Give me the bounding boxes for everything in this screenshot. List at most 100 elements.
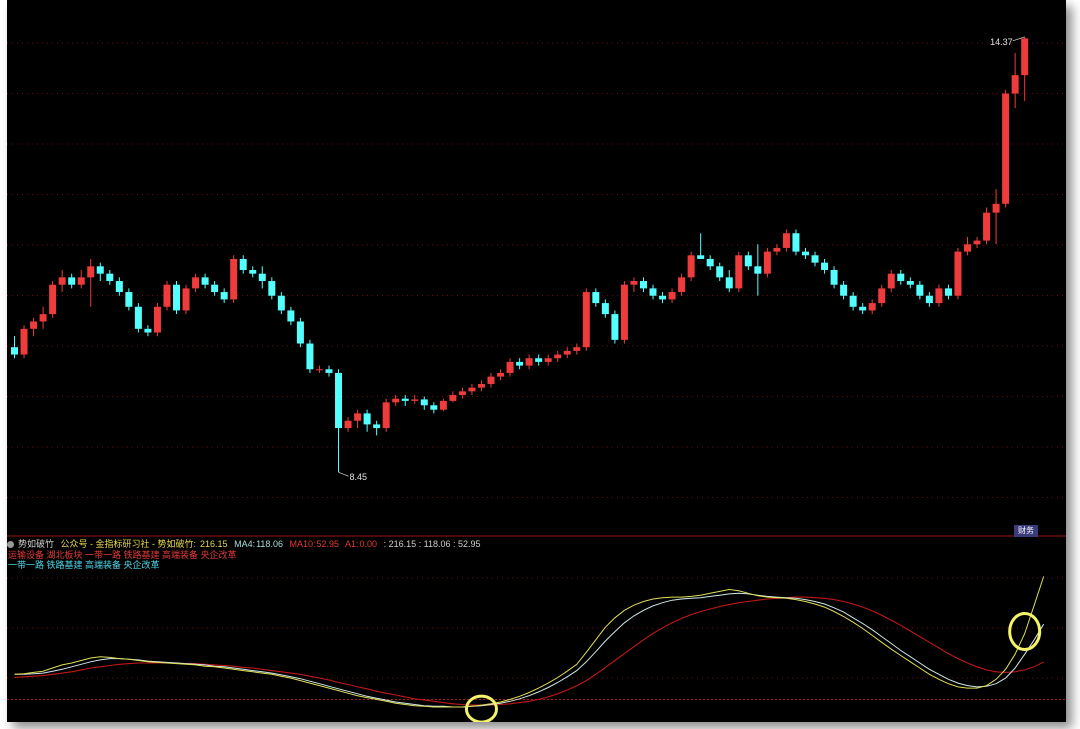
candle-body bbox=[706, 258, 714, 267]
candle-body bbox=[935, 288, 943, 304]
candle-body bbox=[30, 321, 38, 329]
candle-body bbox=[306, 343, 314, 370]
candle-body bbox=[668, 292, 676, 300]
candle-body bbox=[287, 310, 295, 322]
candle-body bbox=[678, 277, 686, 293]
min-pointer bbox=[338, 471, 349, 477]
candle-body bbox=[220, 292, 228, 300]
candle-body bbox=[944, 288, 952, 296]
a1-value: 0.00 bbox=[359, 539, 378, 549]
ma10-line bbox=[14, 596, 1044, 706]
candle-body bbox=[611, 314, 619, 340]
candle-body bbox=[411, 399, 419, 401]
indicator-dot-icon[interactable] bbox=[7, 541, 14, 548]
candle-body bbox=[925, 295, 933, 304]
indicator-source: 公众号 - 金指标研习社 - 势如破竹: bbox=[60, 539, 197, 549]
candle-body bbox=[211, 284, 219, 293]
ma4-line bbox=[14, 592, 1045, 708]
candle-body bbox=[477, 383, 485, 388]
candle-body bbox=[525, 358, 533, 366]
candle-body bbox=[544, 358, 552, 362]
candle-body bbox=[801, 251, 809, 256]
ma4-value: 118.06 bbox=[256, 539, 283, 549]
indicator-name[interactable]: 势如破竹 bbox=[18, 539, 54, 549]
candle-body bbox=[1002, 93, 1010, 204]
candle-body bbox=[697, 255, 705, 259]
candle-body bbox=[649, 288, 657, 296]
candle-body bbox=[268, 281, 276, 296]
candle-body bbox=[420, 399, 428, 406]
candle-body bbox=[725, 277, 733, 289]
candle-body bbox=[830, 270, 838, 285]
candle-body bbox=[992, 203, 1000, 213]
crossover-highlight-circle bbox=[1008, 612, 1042, 651]
candle-body bbox=[249, 270, 257, 274]
candle-body bbox=[897, 273, 905, 282]
finance-badge[interactable]: 财务 bbox=[1014, 525, 1038, 537]
candle-body bbox=[96, 266, 104, 274]
candle-body bbox=[173, 284, 181, 311]
candle-body bbox=[964, 244, 971, 252]
candle-body bbox=[763, 251, 771, 274]
candle-body bbox=[506, 361, 514, 373]
candle-body bbox=[563, 350, 571, 355]
candle-body bbox=[335, 372, 343, 429]
ma10-label: MA10: bbox=[289, 539, 316, 549]
candle-body bbox=[20, 328, 28, 355]
candle-body bbox=[554, 354, 562, 359]
candle-body bbox=[983, 212, 991, 241]
candle-body bbox=[716, 266, 724, 278]
candle-body bbox=[535, 358, 543, 362]
candle-body bbox=[973, 240, 981, 245]
candle-body bbox=[201, 277, 209, 285]
max-price-label: 14.37 bbox=[990, 37, 1013, 47]
candle-body bbox=[582, 292, 590, 348]
stock-chart: 14.37 8.45 bbox=[7, 36, 1066, 722]
candle-body bbox=[115, 281, 123, 293]
candle-body bbox=[792, 233, 800, 252]
indicator-tail: : 216.15 : 118.06 : 52.95 bbox=[383, 539, 481, 549]
candle-body bbox=[773, 247, 781, 252]
candle-body bbox=[849, 295, 857, 307]
candle-body bbox=[878, 288, 886, 304]
candle-body bbox=[230, 258, 238, 300]
candle-body bbox=[516, 361, 524, 366]
candle-body bbox=[315, 369, 323, 371]
candle-body bbox=[639, 281, 647, 289]
candle-body bbox=[106, 273, 114, 282]
candle-body bbox=[859, 306, 867, 311]
candle-body bbox=[258, 273, 266, 282]
candle-body bbox=[430, 405, 438, 410]
candle-body bbox=[382, 402, 390, 429]
candle-body bbox=[392, 398, 400, 403]
candle-body bbox=[401, 398, 409, 401]
candle-body bbox=[344, 420, 352, 429]
candle-body bbox=[192, 277, 200, 289]
indicator-header: 势如破竹 公众号 - 金指标研习社 - 势如破竹: 216.15 MA4:118.… bbox=[7, 537, 485, 549]
candle-body bbox=[630, 281, 638, 285]
candle-body bbox=[373, 424, 381, 429]
candle-body bbox=[468, 387, 476, 392]
candle-body bbox=[363, 413, 371, 425]
candle-body bbox=[458, 391, 466, 395]
candle-body bbox=[134, 306, 142, 329]
candle-body bbox=[887, 273, 895, 289]
candle-body bbox=[296, 321, 304, 344]
candle-body bbox=[487, 376, 495, 384]
candle-body bbox=[182, 288, 190, 311]
candle-body bbox=[906, 281, 914, 285]
candle-body bbox=[439, 400, 447, 410]
candle-body bbox=[163, 284, 171, 307]
candle-body bbox=[744, 255, 752, 267]
candle-body bbox=[277, 295, 285, 311]
ma10-value: 52.95 bbox=[316, 539, 340, 549]
candle-body bbox=[239, 258, 247, 270]
candle-body bbox=[39, 314, 47, 322]
candle-body bbox=[1011, 75, 1019, 94]
candle-body bbox=[916, 284, 924, 296]
candle-body bbox=[87, 266, 95, 278]
candle-body bbox=[821, 262, 829, 270]
candle-body bbox=[687, 255, 695, 278]
a1-label: A1: bbox=[345, 539, 359, 549]
candle-body bbox=[735, 255, 743, 289]
